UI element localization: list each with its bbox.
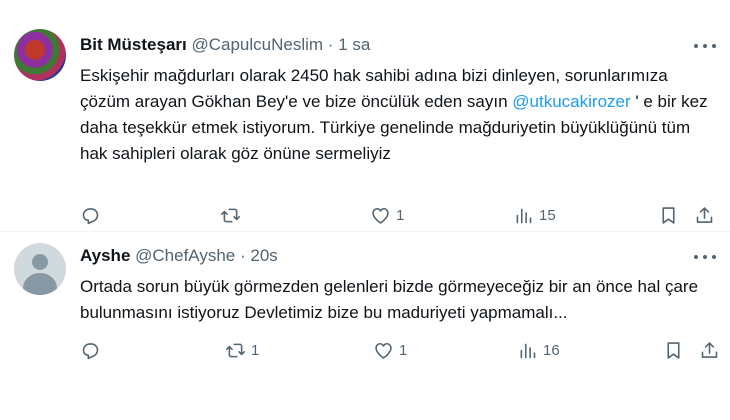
avatar[interactable] <box>14 29 66 81</box>
tweet-text: Eskişehir mağdurları olarak 2450 hak sah… <box>80 63 720 167</box>
like-count: 1 <box>396 206 405 224</box>
share-icon <box>696 206 713 223</box>
bookmark-button[interactable] <box>663 338 684 362</box>
retweet-icon <box>225 343 246 357</box>
timestamp[interactable]: 1 sa <box>338 35 370 54</box>
views-count: 15 <box>539 206 556 224</box>
like-button[interactable]: 1 <box>370 203 404 227</box>
heart-icon <box>372 207 389 224</box>
views-count: 16 <box>543 341 560 359</box>
views-button[interactable]: 15 <box>513 203 556 227</box>
user-handle[interactable]: @ChefAyshe <box>135 246 235 265</box>
like-button[interactable]: 1 <box>373 338 407 362</box>
tweet-header: Ayshe @ChefAyshe · 20s <box>80 245 278 267</box>
more-icon[interactable] <box>694 41 716 51</box>
timestamp[interactable]: 20s <box>250 246 277 265</box>
tweet[interactable]: Ayshe @ChefAyshe · 20s Ortada sorun büyü… <box>0 233 730 420</box>
tweet[interactable]: Bit Müsteşarı @CapulcuNeslim · 1 sa Eski… <box>0 0 730 232</box>
like-count: 1 <box>399 341 408 359</box>
tweet-header: Bit Müsteşarı @CapulcuNeslim · 1 sa <box>80 34 370 56</box>
separator-dot: · <box>239 246 246 265</box>
display-name[interactable]: Ayshe <box>80 246 130 265</box>
reply-icon <box>82 342 99 359</box>
reply-button[interactable] <box>80 203 106 227</box>
avatar-head <box>32 254 48 270</box>
bookmark-icon <box>667 341 680 359</box>
views-icon <box>516 208 532 223</box>
mention-link[interactable]: @utkucakirozer <box>512 92 630 111</box>
heart-icon <box>375 342 392 359</box>
bookmark-button[interactable] <box>658 203 679 227</box>
share-icon <box>701 341 718 358</box>
tweet-text: Ortada sorun büyük görmezden gelenleri b… <box>80 277 699 322</box>
separator-dot: · <box>327 35 334 54</box>
avatar-body <box>23 273 57 295</box>
retweet-icon <box>220 208 241 222</box>
reply-button[interactable] <box>80 338 106 362</box>
tweet-actions: 1 1 16 <box>80 338 720 362</box>
views-button[interactable]: 16 <box>517 338 560 362</box>
share-button[interactable] <box>694 203 715 227</box>
bookmark-icon <box>662 206 675 224</box>
retweet-count: 1 <box>251 341 260 359</box>
more-icon[interactable] <box>694 252 716 262</box>
reply-icon <box>82 207 99 224</box>
user-handle[interactable]: @CapulcuNeslim <box>191 35 323 54</box>
retweet-button[interactable] <box>220 203 246 227</box>
avatar[interactable] <box>14 243 66 295</box>
share-button[interactable] <box>699 338 720 362</box>
views-icon <box>520 343 536 358</box>
retweet-button[interactable]: 1 <box>225 338 259 362</box>
tweet-actions: 1 15 <box>80 203 720 227</box>
display-name[interactable]: Bit Müsteşarı <box>80 35 187 54</box>
